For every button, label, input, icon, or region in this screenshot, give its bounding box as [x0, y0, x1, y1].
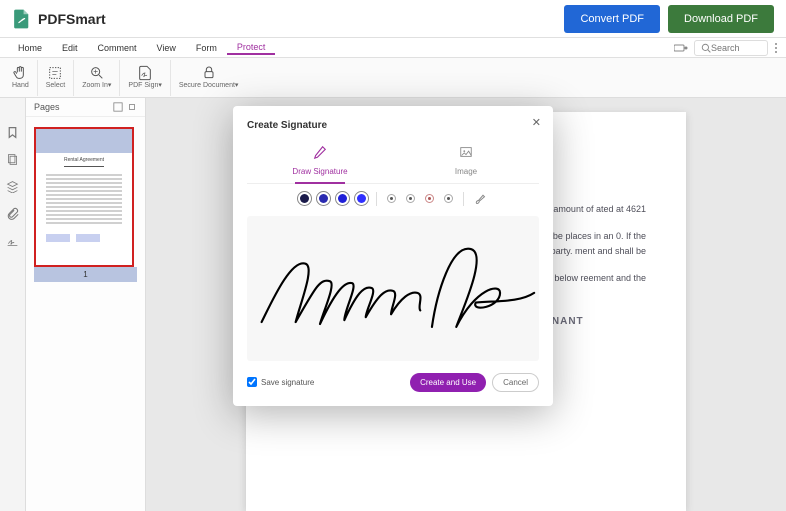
color-swatch[interactable] — [444, 194, 453, 203]
create-and-use-button[interactable]: Create and Use — [410, 373, 486, 392]
create-signature-modal: Create Signature ✕ Draw Signature Image — [233, 106, 553, 406]
color-swatch[interactable] — [425, 194, 434, 203]
tab-label: Draw Signature — [292, 167, 347, 176]
color-swatch[interactable] — [387, 194, 396, 203]
modal-overlay: Create Signature ✕ Draw Signature Image — [0, 0, 786, 511]
signature-canvas[interactable] — [247, 216, 539, 361]
color-row — [247, 192, 539, 206]
save-signature-input[interactable] — [247, 377, 257, 387]
cancel-button[interactable]: Cancel — [492, 373, 539, 392]
close-icon[interactable]: ✕ — [532, 116, 541, 129]
tab-image[interactable]: Image — [393, 141, 539, 183]
image-icon — [459, 145, 473, 159]
signature-drawing — [247, 233, 539, 343]
pencil-icon — [313, 145, 327, 159]
save-signature-checkbox[interactable]: Save signature — [247, 377, 314, 387]
color-swatch[interactable] — [406, 194, 415, 203]
tab-label: Image — [455, 167, 477, 176]
tab-draw-signature[interactable]: Draw Signature — [247, 141, 393, 183]
modal-footer: Save signature Create and Use Cancel — [247, 373, 539, 392]
color-swatch[interactable] — [319, 194, 328, 203]
color-swatch[interactable] — [357, 194, 366, 203]
color-swatch[interactable] — [338, 194, 347, 203]
brush-icon[interactable] — [474, 193, 486, 205]
color-swatch[interactable] — [300, 194, 309, 203]
modal-tabs: Draw Signature Image — [247, 141, 539, 184]
modal-title: Create Signature — [247, 120, 539, 131]
